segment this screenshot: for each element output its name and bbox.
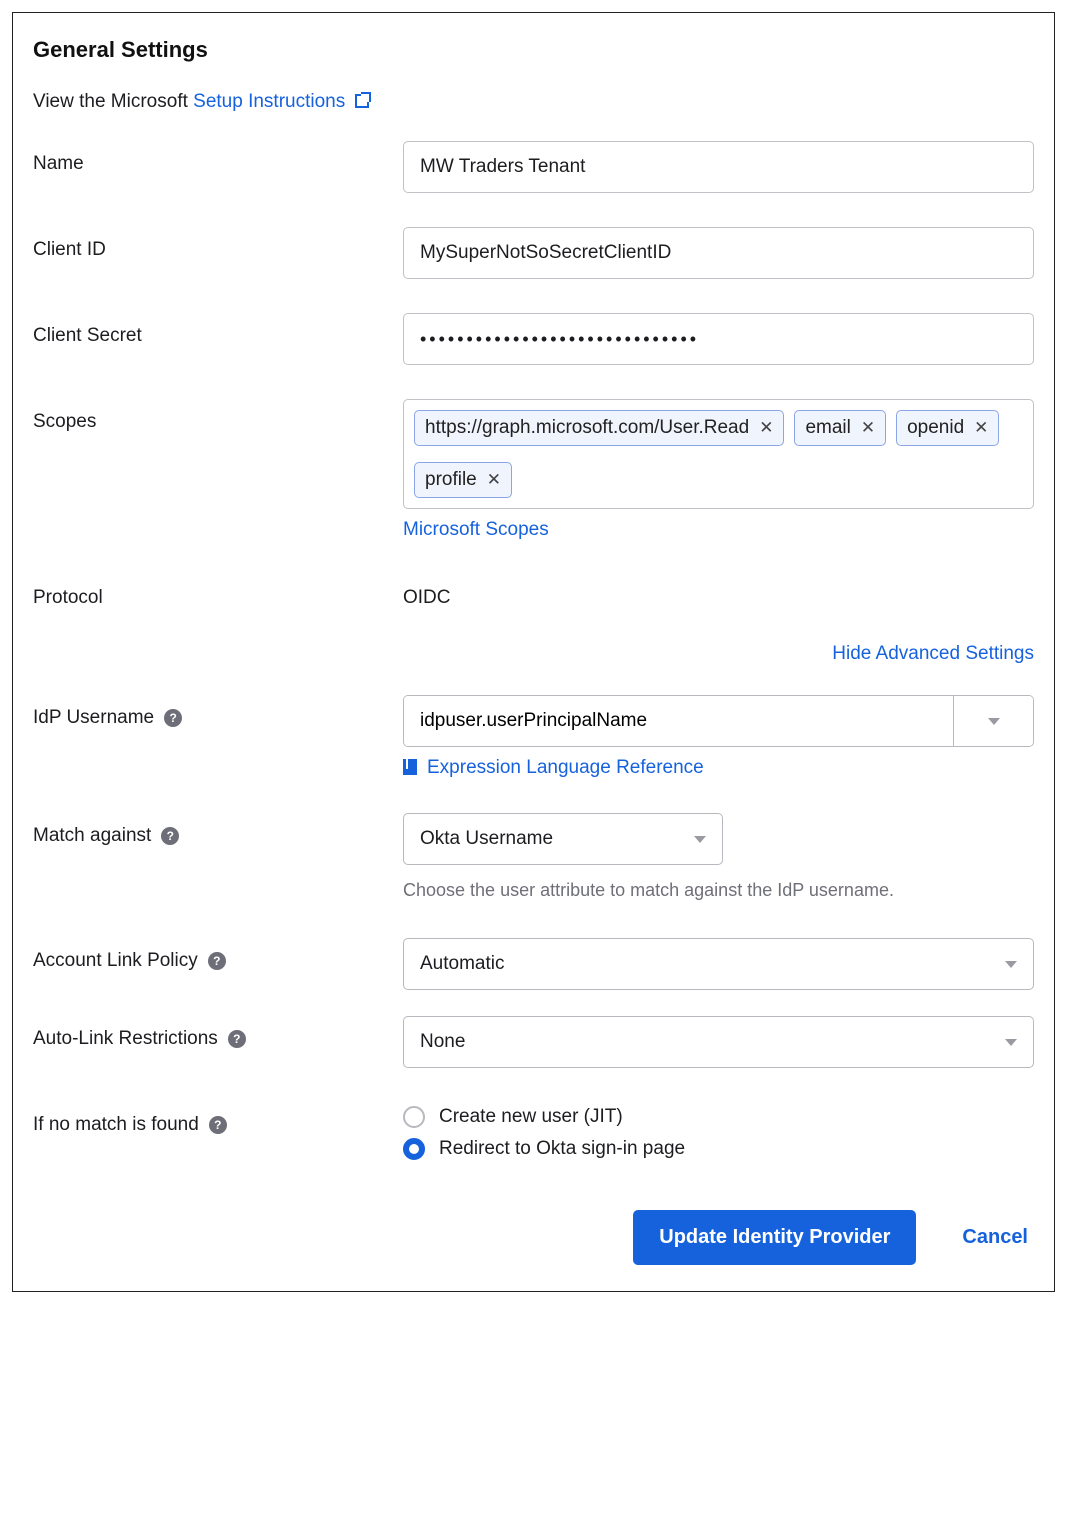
name-label: Name bbox=[33, 141, 403, 175]
scopes-tagbox[interactable]: https://graph.microsoft.com/User.Read✕ e… bbox=[403, 399, 1034, 509]
toggle-advanced-link[interactable]: Hide Advanced Settings bbox=[832, 643, 1034, 664]
cancel-button[interactable]: Cancel bbox=[956, 1225, 1034, 1250]
radio-icon[interactable] bbox=[403, 1106, 425, 1128]
intro-prefix: View the Microsoft bbox=[33, 91, 193, 112]
idp-username-input[interactable] bbox=[404, 696, 953, 746]
remove-tag-icon[interactable]: ✕ bbox=[974, 418, 988, 438]
help-icon[interactable]: ? bbox=[161, 827, 179, 845]
name-input[interactable] bbox=[403, 141, 1034, 193]
no-match-label: If no match is found bbox=[33, 1114, 199, 1136]
no-match-option-jit[interactable]: Create new user (JIT) bbox=[403, 1106, 1034, 1128]
external-link-icon bbox=[355, 94, 369, 108]
chevron-down-icon bbox=[1005, 1039, 1017, 1046]
remove-tag-icon[interactable]: ✕ bbox=[861, 418, 875, 438]
help-icon[interactable]: ? bbox=[228, 1030, 246, 1048]
expression-language-reference-link[interactable]: Expression Language Reference bbox=[427, 757, 704, 778]
help-icon[interactable]: ? bbox=[208, 952, 226, 970]
scope-tag[interactable]: profile✕ bbox=[414, 462, 512, 498]
chevron-down-icon bbox=[988, 718, 1000, 725]
auto-link-restrictions-select[interactable]: None bbox=[403, 1016, 1034, 1068]
chevron-down-icon bbox=[1005, 961, 1017, 968]
protocol-value: OIDC bbox=[403, 575, 1034, 609]
idp-username-combo[interactable] bbox=[403, 695, 1034, 747]
client-secret-label: Client Secret bbox=[33, 313, 403, 347]
intro-text: View the Microsoft Setup Instructions bbox=[33, 91, 1034, 113]
no-match-option-redirect[interactable]: Redirect to Okta sign-in page bbox=[403, 1138, 1034, 1160]
no-match-radio-group: Create new user (JIT) Redirect to Okta s… bbox=[403, 1102, 1034, 1160]
section-title: General Settings bbox=[33, 37, 1034, 63]
update-identity-provider-button[interactable]: Update Identity Provider bbox=[633, 1210, 916, 1265]
auto-link-restrictions-label: Auto-Link Restrictions bbox=[33, 1028, 218, 1050]
match-against-select[interactable]: Okta Username bbox=[403, 813, 723, 865]
general-settings-panel: General Settings View the Microsoft Setu… bbox=[12, 12, 1055, 1292]
scope-tag[interactable]: openid✕ bbox=[896, 410, 999, 446]
match-against-help: Choose the user attribute to match again… bbox=[403, 877, 1034, 904]
idp-username-label: IdP Username bbox=[33, 707, 154, 729]
remove-tag-icon[interactable]: ✕ bbox=[759, 418, 773, 438]
chevron-down-icon bbox=[694, 836, 706, 843]
setup-instructions-link[interactable]: Setup Instructions bbox=[193, 91, 368, 112]
microsoft-scopes-link[interactable]: Microsoft Scopes bbox=[403, 519, 549, 541]
client-secret-input[interactable] bbox=[403, 313, 1034, 365]
scopes-label: Scopes bbox=[33, 399, 403, 433]
help-icon[interactable]: ? bbox=[209, 1116, 227, 1134]
client-id-label: Client ID bbox=[33, 227, 403, 261]
account-link-policy-label: Account Link Policy bbox=[33, 950, 198, 972]
dropdown-toggle[interactable] bbox=[953, 696, 1033, 746]
scope-tag[interactable]: https://graph.microsoft.com/User.Read✕ bbox=[414, 410, 784, 446]
radio-icon[interactable] bbox=[403, 1138, 425, 1160]
client-id-input[interactable] bbox=[403, 227, 1034, 279]
help-icon[interactable]: ? bbox=[164, 709, 182, 727]
account-link-policy-select[interactable]: Automatic bbox=[403, 938, 1034, 990]
match-against-label: Match against bbox=[33, 825, 151, 847]
remove-tag-icon[interactable]: ✕ bbox=[487, 470, 501, 490]
book-icon bbox=[403, 759, 417, 775]
scope-tag[interactable]: email✕ bbox=[794, 410, 886, 446]
protocol-label: Protocol bbox=[33, 575, 403, 609]
